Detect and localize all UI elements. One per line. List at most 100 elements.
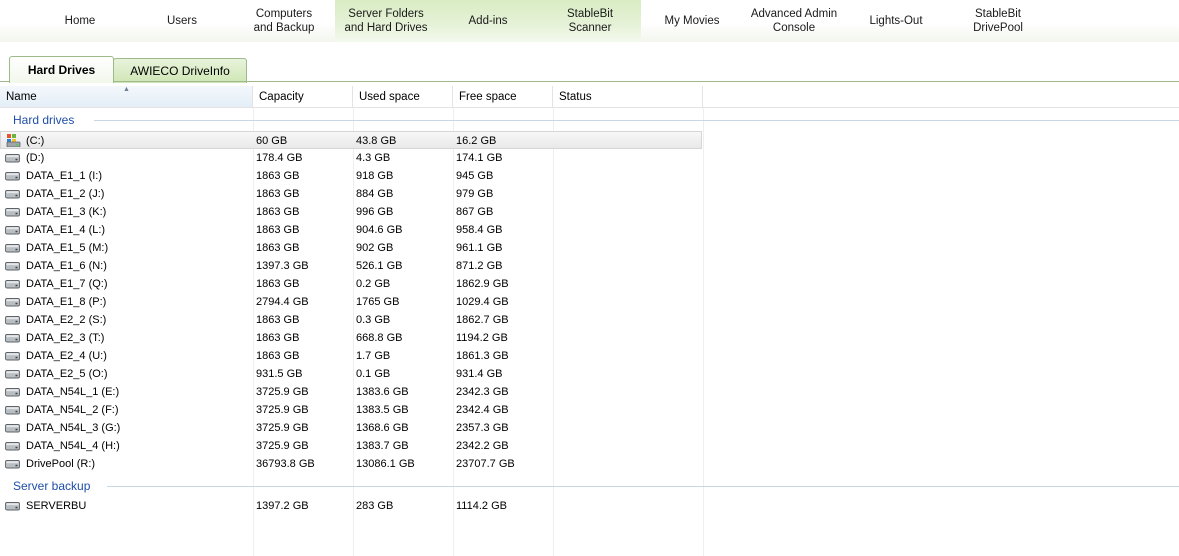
cell-free: 931.4 GB <box>456 368 503 380</box>
hard-drive-icon <box>5 226 20 235</box>
hard-drive-icon <box>5 352 20 361</box>
cell-capacity: 3725.9 GB <box>256 404 309 416</box>
tab-hard-drives[interactable]: Hard Drives <box>9 56 114 83</box>
cell-name: DATA_N54L_2 (F:) <box>26 404 119 416</box>
table-row[interactable]: DATA_E1_4 (L:) 1863 GB 904.6 GB 958.4 GB <box>0 221 702 239</box>
cell-used: 1368.6 GB <box>356 422 409 434</box>
cell-used: 1383.5 GB <box>356 404 409 416</box>
cell-capacity: 1863 GB <box>256 188 300 200</box>
table-row[interactable]: DATA_E1_7 (Q:) 1863 GB 0.2 GB 1862.9 GB <box>0 275 702 293</box>
cell-capacity: 1863 GB <box>256 206 300 218</box>
table-row[interactable]: DATA_E1_3 (K:) 1863 GB 996 GB 867 GB <box>0 203 702 221</box>
cell-capacity: 1863 GB <box>256 350 300 362</box>
cell-used: 668.8 GB <box>356 332 403 344</box>
cell-name: (D:) <box>26 152 45 164</box>
tab-underline <box>0 81 1179 82</box>
column-header-used-space[interactable]: Used space <box>353 86 453 108</box>
cell-free: 2342.4 GB <box>456 404 509 416</box>
tab-label: AWIECO DriveInfo <box>130 64 230 78</box>
hard-drive-icon <box>5 424 20 433</box>
column-header-status-label: Status <box>559 90 592 103</box>
nav-home[interactable]: Home <box>29 0 131 42</box>
cell-name: DrivePool (R:) <box>26 458 96 470</box>
nav-lights-out[interactable]: Lights-Out <box>845 0 947 42</box>
nav-stablebit-scanner[interactable]: StableBit Scanner <box>539 0 641 42</box>
cell-capacity: 178.4 GB <box>256 152 303 164</box>
cell-name: DATA_E2_4 (U:) <box>26 350 107 362</box>
tab-awieco-driveinfo[interactable]: AWIECO DriveInfo <box>113 58 247 83</box>
cell-name: DATA_N54L_1 (E:) <box>26 386 120 398</box>
table-row[interactable]: DATA_E2_3 (T:) 1863 GB 668.8 GB 1194.2 GB <box>0 329 702 347</box>
cell-used: 1765 GB <box>356 296 400 308</box>
cell-name: DATA_E1_5 (M:) <box>26 242 109 254</box>
hard-drive-icon <box>5 208 20 217</box>
nav-stablebit-drivepool[interactable]: StableBit DrivePool <box>947 0 1049 42</box>
cell-name: DATA_E1_3 (K:) <box>26 206 107 218</box>
hard-drive-icon <box>5 280 20 289</box>
table-row[interactable]: DrivePool (R:) 36793.8 GB 13086.1 GB 23707.… <box>0 455 702 473</box>
cell-capacity: 3725.9 GB <box>256 440 309 452</box>
cell-free: 867 GB <box>456 206 494 218</box>
cell-free: 2357.3 GB <box>456 422 509 434</box>
nav-users[interactable]: Users <box>131 0 233 42</box>
cell-free: 2342.3 GB <box>456 386 509 398</box>
cell-capacity: 1863 GB <box>256 332 300 344</box>
column-header-capacity[interactable]: Capacity <box>253 86 353 108</box>
table-row[interactable]: DATA_E2_5 (O:) 931.5 GB 0.1 GB 931.4 GB <box>0 365 702 383</box>
table-row[interactable]: DATA_E1_6 (N:) 1397.3 GB 526.1 GB 871.2 GB <box>0 257 702 275</box>
column-header-name-label: Name <box>6 90 37 103</box>
cell-name: DATA_E1_2 (J:) <box>26 188 105 200</box>
cell-free: 979 GB <box>456 188 494 200</box>
cell-name: (C:) <box>26 135 45 147</box>
group-divider <box>106 486 1179 487</box>
cell-used: 902 GB <box>356 242 394 254</box>
cell-free: 1861.3 GB <box>456 350 509 362</box>
sort-ascending-icon: ▲ <box>123 86 130 93</box>
cell-used: 43.8 GB <box>356 135 397 147</box>
nav-advanced-admin-console[interactable]: Advanced Admin Console <box>743 0 845 42</box>
cell-name: DATA_E2_2 (S:) <box>26 314 107 326</box>
hard-drive-icon <box>5 262 20 271</box>
hard-drive-icon <box>5 388 20 397</box>
tab-label: Hard Drives <box>27 63 96 77</box>
cell-capacity: 931.5 GB <box>256 368 303 380</box>
table-row[interactable]: DATA_N54L_2 (F:) 3725.9 GB 1383.5 GB 2342.4… <box>0 401 702 419</box>
table-row[interactable]: (C:) 60 GB 43.8 GB 16.2 GB <box>0 131 702 149</box>
cell-name: DATA_N54L_4 (H:) <box>26 440 120 452</box>
cell-free: 958.4 GB <box>456 224 503 236</box>
table-row[interactable]: DATA_E1_8 (P:) 2794.4 GB 1765 GB 1029.4 GB <box>0 293 702 311</box>
hard-drive-icon <box>5 442 20 451</box>
table-row[interactable]: DATA_E2_4 (U:) 1863 GB 1.7 GB 1861.3 GB <box>0 347 702 365</box>
table-row[interactable]: DATA_E1_1 (I:) 1863 GB 918 GB 945 GB <box>0 167 702 185</box>
cell-used: 918 GB <box>356 170 394 182</box>
table-row[interactable]: (D:) 178.4 GB 4.3 GB 174.1 GB <box>0 149 702 167</box>
cell-capacity: 1863 GB <box>256 242 300 254</box>
hard-drive-icon <box>5 190 20 199</box>
table-row[interactable]: DATA_E2_2 (S:) 1863 GB 0.3 GB 1862.7 GB <box>0 311 702 329</box>
cell-free: 1114.2 GB <box>456 500 507 512</box>
column-header-status[interactable]: Status <box>553 86 703 108</box>
hard-drive-icon <box>5 316 20 325</box>
cell-used: 4.3 GB <box>356 152 391 164</box>
cell-free: 1862.9 GB <box>456 278 509 290</box>
table-row[interactable]: DATA_N54L_4 (H:) 3725.9 GB 1383.7 GB 2342.2… <box>0 437 702 455</box>
column-header-free-label: Free space <box>459 90 517 103</box>
cell-capacity: 1863 GB <box>256 278 300 290</box>
table-row[interactable]: DATA_E1_5 (M:) 1863 GB 902 GB 961.1 GB <box>0 239 702 257</box>
table-row[interactable]: DATA_E1_2 (J:) 1863 GB 884 GB 979 GB <box>0 185 702 203</box>
hard-drive-icon <box>5 154 20 163</box>
nav-my-movies[interactable]: My Movies <box>641 0 743 42</box>
top-navigation-bar: Home Users Computers and Backup Server Fold… <box>0 0 1179 42</box>
cell-name: DATA_N54L_3 (G:) <box>26 422 121 434</box>
nav-add-ins[interactable]: Add-ins <box>437 0 539 42</box>
cell-free: 1862.7 GB <box>456 314 509 326</box>
table-row[interactable]: DATA_N54L_3 (G:) 3725.9 GB 1368.6 GB 2357.3… <box>0 419 702 437</box>
cell-capacity: 3725.9 GB <box>256 386 309 398</box>
column-header-free-space[interactable]: Free space <box>453 86 553 108</box>
nav-computers-and-backup[interactable]: Computers and Backup <box>233 0 335 42</box>
table-row[interactable]: SERVERBU 1397.2 GB 283 GB 1114.2 GB <box>0 497 702 515</box>
cell-name: DATA_E1_7 (Q:) <box>26 278 108 290</box>
table-row[interactable]: DATA_N54L_1 (E:) 3725.9 GB 1383.6 GB 2342.3… <box>0 383 702 401</box>
hard-drive-icon <box>5 244 20 253</box>
nav-server-folders-and-hard-drives[interactable]: Server Folders and Hard Drives <box>335 0 437 42</box>
